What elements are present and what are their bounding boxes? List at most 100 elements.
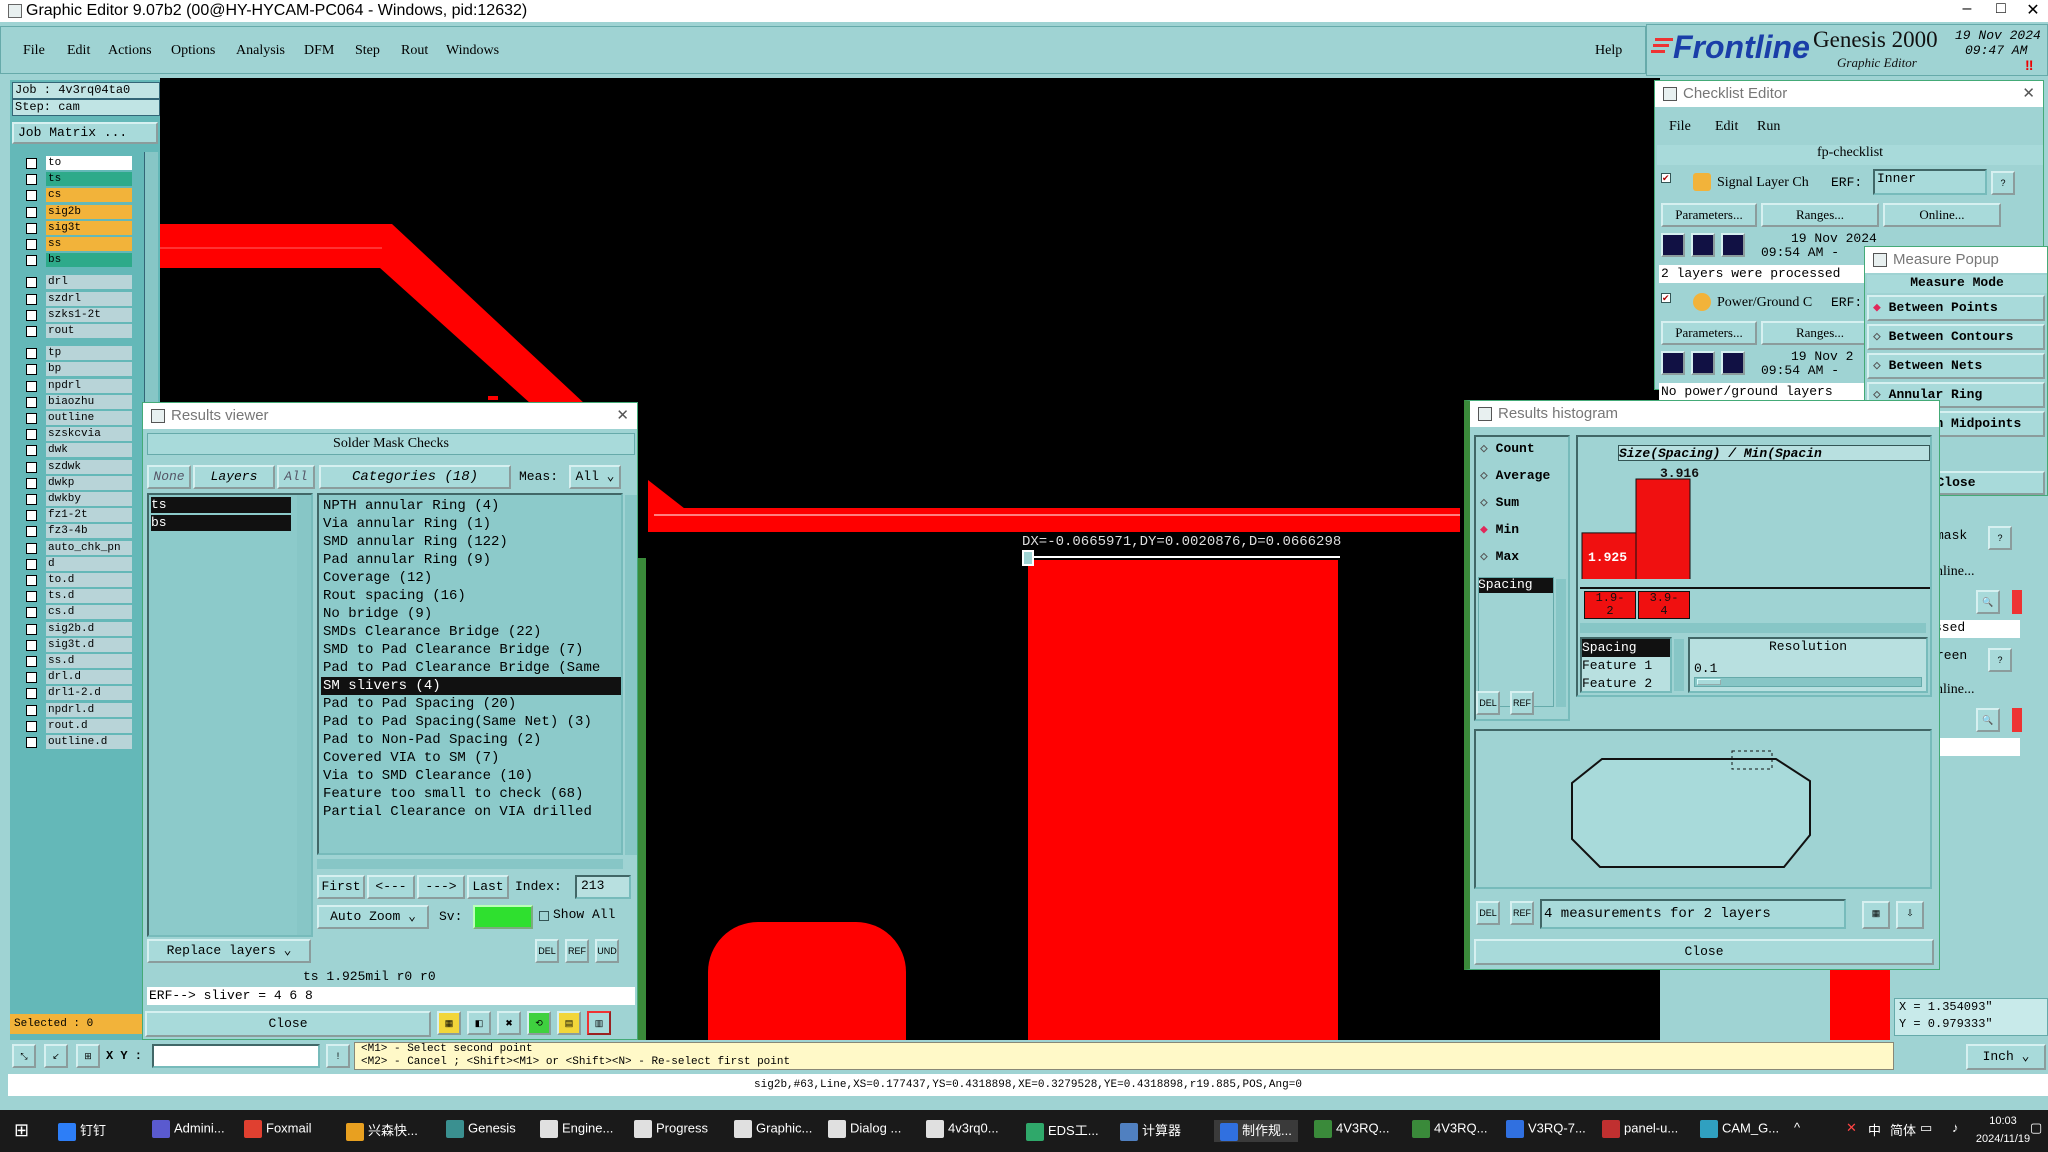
- taskbar-app[interactable]: 计算器: [1120, 1120, 1181, 1142]
- next-button[interactable]: --->: [417, 875, 465, 899]
- menu-actions[interactable]: Actions: [108, 43, 152, 59]
- category-item[interactable]: Via to SMD Clearance (10): [321, 767, 621, 785]
- ref-icon[interactable]: REF: [565, 939, 589, 963]
- category-item[interactable]: Feature too small to check (68): [321, 785, 621, 803]
- checklist-menu-run[interactable]: Run: [1757, 119, 1780, 135]
- index-input[interactable]: 213: [575, 875, 631, 899]
- show-all-checkbox[interactable]: [539, 911, 549, 921]
- categories-scrollbar[interactable]: [625, 495, 637, 855]
- taskbar-app[interactable]: EDS工...: [1026, 1120, 1099, 1142]
- layer-name[interactable]: szks1-2t: [46, 307, 132, 322]
- meas-select[interactable]: All ⌄: [569, 465, 621, 489]
- layer-row[interactable]: npdrl.d: [24, 702, 142, 717]
- layer-row[interactable]: npdrl: [24, 378, 142, 393]
- layer-name[interactable]: dwk: [46, 443, 132, 458]
- layer-checkbox[interactable]: [26, 293, 37, 305]
- notification-icon[interactable]: ▢: [2030, 1120, 2042, 1142]
- close-window-button[interactable]: ✕: [2018, 0, 2048, 20]
- stats-scrollbar[interactable]: [1556, 579, 1566, 707]
- tray-monitor-icon[interactable]: ▭: [1920, 1120, 1932, 1142]
- menu-windows[interactable]: Windows: [446, 43, 499, 59]
- layer-checkbox[interactable]: [26, 477, 37, 489]
- checklist-menu-edit[interactable]: Edit: [1715, 119, 1738, 135]
- help-icon[interactable]: ?: [1988, 648, 2012, 672]
- results-close-button[interactable]: Close: [145, 1011, 431, 1037]
- result-layer-item[interactable]: ts: [151, 497, 291, 513]
- run-icon[interactable]: [1721, 233, 1745, 257]
- layer-checkbox[interactable]: [26, 380, 37, 392]
- last-button[interactable]: Last: [467, 875, 509, 899]
- layer-row[interactable]: bp: [24, 362, 142, 377]
- layer-checkbox[interactable]: [26, 494, 37, 505]
- layer-name[interactable]: to: [46, 156, 132, 170]
- category-item[interactable]: Rout spacing (16): [321, 587, 621, 605]
- layer-checkbox[interactable]: [26, 348, 37, 360]
- taskbar-app[interactable]: 制作规...: [1214, 1120, 1298, 1142]
- category-item[interactable]: Pad to Non-Pad Spacing (2): [321, 731, 621, 749]
- resolution-slider[interactable]: [1694, 677, 1922, 687]
- layer-row[interactable]: to.d: [24, 573, 142, 587]
- taskbar-app[interactable]: Foxmail: [244, 1120, 312, 1142]
- layer-name[interactable]: sig2b: [46, 204, 132, 219]
- taskbar-app[interactable]: 4v3rq0...: [926, 1120, 999, 1142]
- menu-step[interactable]: Step: [355, 43, 380, 59]
- tray-chevron-icon[interactable]: ^: [1794, 1120, 1800, 1142]
- layers-button[interactable]: Layers: [193, 465, 275, 489]
- category-item[interactable]: Via annular Ring (1): [321, 515, 621, 533]
- layer-name[interactable]: drl1-2.d: [46, 686, 132, 701]
- layer-checkbox[interactable]: [26, 704, 37, 716]
- measure-mode-option[interactable]: ◆ Between Points: [1867, 295, 2045, 321]
- layer-name[interactable]: biaozhu: [46, 394, 132, 409]
- layer-name[interactable]: szdrl: [46, 291, 132, 306]
- layer-name[interactable]: szdwk: [46, 459, 132, 474]
- layer-name[interactable]: fz1-2t: [46, 508, 132, 523]
- layer-row[interactable]: drl1-2.d: [24, 686, 142, 701]
- layer-checkbox[interactable]: [26, 558, 37, 570]
- grid-tool-icon[interactable]: ⊞: [76, 1044, 100, 1068]
- categories-hscrollbar[interactable]: [317, 859, 623, 869]
- menu-analysis[interactable]: Analysis: [236, 43, 285, 59]
- chart-hscrollbar[interactable]: [1580, 623, 1926, 633]
- layer-name[interactable]: cs: [46, 188, 132, 203]
- layer-name[interactable]: sig3t: [46, 220, 132, 235]
- stat-option[interactable]: ◇ Average: [1480, 468, 1550, 483]
- layer-row[interactable]: ts: [24, 172, 142, 187]
- taskbar-app[interactable]: panel-u...: [1602, 1120, 1678, 1142]
- layer-row[interactable]: biaozhu: [24, 394, 142, 409]
- taskbar-app[interactable]: 钉钉: [58, 1120, 106, 1142]
- taskbar-app[interactable]: Genesis: [446, 1120, 516, 1142]
- menu-file[interactable]: File: [23, 43, 45, 59]
- layer-name[interactable]: bs: [46, 253, 132, 268]
- run-icon[interactable]: [1661, 233, 1685, 257]
- online-button[interactable]: Online...: [1883, 203, 2001, 227]
- category-item[interactable]: No bridge (9): [321, 605, 621, 623]
- layer-name[interactable]: ss.d: [46, 654, 132, 668]
- undo-icon[interactable]: UND: [595, 939, 619, 963]
- run-icon[interactable]: [1691, 233, 1715, 257]
- taskbar-app[interactable]: Dialog ...: [828, 1120, 901, 1142]
- category-item[interactable]: SM slivers (4): [321, 677, 621, 695]
- layer-checkbox[interactable]: [26, 206, 37, 218]
- layer-name[interactable]: bp: [46, 362, 132, 377]
- layer-checkbox[interactable]: [26, 656, 37, 667]
- layer-checkbox[interactable]: [26, 309, 37, 321]
- layer-name[interactable]: d: [46, 556, 132, 571]
- measure-mode-option[interactable]: ◇ Between Contours: [1867, 324, 2045, 350]
- layer-row[interactable]: auto_chk_pn: [24, 540, 142, 555]
- info-icon[interactable]: !: [326, 1044, 350, 1068]
- layer-checkbox[interactable]: [26, 277, 37, 289]
- layer-row[interactable]: szks1-2t: [24, 307, 142, 322]
- layer-name[interactable]: cs.d: [46, 605, 132, 620]
- layer-checkbox[interactable]: [26, 688, 37, 700]
- layer-checkbox[interactable]: [26, 737, 37, 748]
- tray-ime2[interactable]: 简体: [1890, 1120, 1916, 1142]
- layer-checkbox[interactable]: [26, 672, 37, 684]
- menu-rout[interactable]: Rout: [401, 43, 428, 59]
- run-icon[interactable]: [1691, 351, 1715, 375]
- none-button[interactable]: None: [147, 465, 191, 489]
- zoom-icon[interactable]: 🔍: [1976, 590, 2000, 614]
- delete-icon[interactable]: DEL: [1476, 691, 1500, 715]
- layer-row[interactable]: tp: [24, 346, 142, 361]
- layer-checkbox[interactable]: [26, 222, 37, 234]
- layer-name[interactable]: fz3-4b: [46, 524, 132, 539]
